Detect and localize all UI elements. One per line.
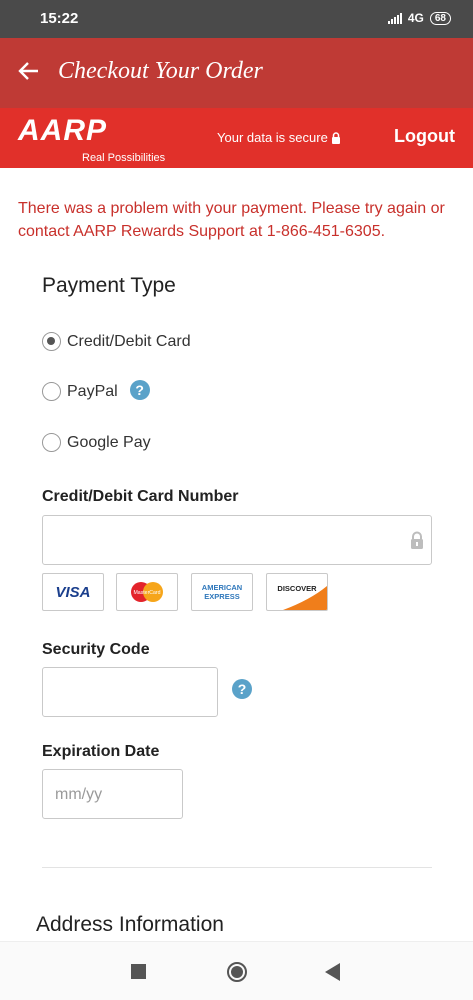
error-message: There was a problem with your payment. P… xyxy=(18,200,445,240)
section-divider xyxy=(42,867,432,868)
security-code-input[interactable] xyxy=(42,667,218,717)
logout-button[interactable]: Logout xyxy=(394,126,455,147)
discover-logo: DISCOVER xyxy=(266,573,328,611)
visa-text: VISA xyxy=(55,583,91,601)
status-indicators: 4G 68 xyxy=(387,11,451,25)
radio-label: Google Pay xyxy=(67,433,151,451)
home-icon[interactable] xyxy=(226,961,248,983)
visa-logo: VISA xyxy=(42,573,104,611)
mastercard-circles: MasterCard xyxy=(131,582,163,602)
radio-button[interactable] xyxy=(42,382,61,401)
lock-icon xyxy=(331,131,340,144)
expiration-date-input[interactable]: mm/yy xyxy=(42,769,183,819)
card-number-input[interactable] xyxy=(42,515,432,565)
expiration-date-label: Expiration Date xyxy=(42,743,160,760)
radio-label: Credit/Debit Card xyxy=(67,332,191,350)
radio-button[interactable] xyxy=(42,332,61,351)
radio-label: PayPal xyxy=(67,382,118,400)
card-number-label: Credit/Debit Card Number xyxy=(42,488,239,505)
address-information-title: Address Information xyxy=(36,913,224,936)
lock-icon xyxy=(411,531,423,549)
status-bar: 15:22 4G 68 xyxy=(0,0,473,38)
secure-notice: Your data is secure xyxy=(217,130,341,145)
mastercard-text: MasterCard xyxy=(133,590,160,596)
logo-wordmark: AARP xyxy=(18,114,108,147)
network-type: 4G xyxy=(407,11,424,25)
expiration-placeholder: mm/yy xyxy=(55,786,103,803)
recents-icon[interactable] xyxy=(131,964,146,979)
back-icon[interactable] xyxy=(325,963,341,981)
page-title: Checkout Your Order xyxy=(58,58,263,84)
radio-paypal[interactable]: PayPal ? xyxy=(42,379,150,401)
logo-tagline: Real Possibilities xyxy=(82,152,166,164)
paypal-help-icon[interactable]: ? xyxy=(129,379,150,400)
brand-bar: AARP Real Possibilities Your data is sec… xyxy=(0,108,473,168)
amex-logo: AMERICAN EXPRESS xyxy=(191,573,253,611)
back-arrow-icon[interactable] xyxy=(18,60,40,82)
payment-type-title: Payment Type xyxy=(42,274,176,297)
radio-credit-card[interactable]: Credit/Debit Card xyxy=(42,332,191,351)
amex-text: AMERICAN EXPRESS xyxy=(201,583,243,601)
status-time: 15:22 xyxy=(40,10,79,27)
signal-icon xyxy=(387,12,402,24)
security-code-label: Security Code xyxy=(42,641,150,658)
navigation-bar xyxy=(0,941,473,1000)
radio-google-pay[interactable]: Google Pay xyxy=(42,433,151,452)
aarp-logo: AARP Real Possibilities xyxy=(18,114,165,165)
discover-text: DISCOVER xyxy=(277,583,317,593)
security-code-help-icon[interactable]: ? xyxy=(232,679,252,699)
app-bar: Checkout Your Order xyxy=(0,38,473,108)
battery-icon: 68 xyxy=(429,11,451,25)
secure-text: Your data is secure xyxy=(217,130,328,145)
mastercard-logo: MasterCard xyxy=(116,573,178,611)
radio-button[interactable] xyxy=(42,433,61,452)
